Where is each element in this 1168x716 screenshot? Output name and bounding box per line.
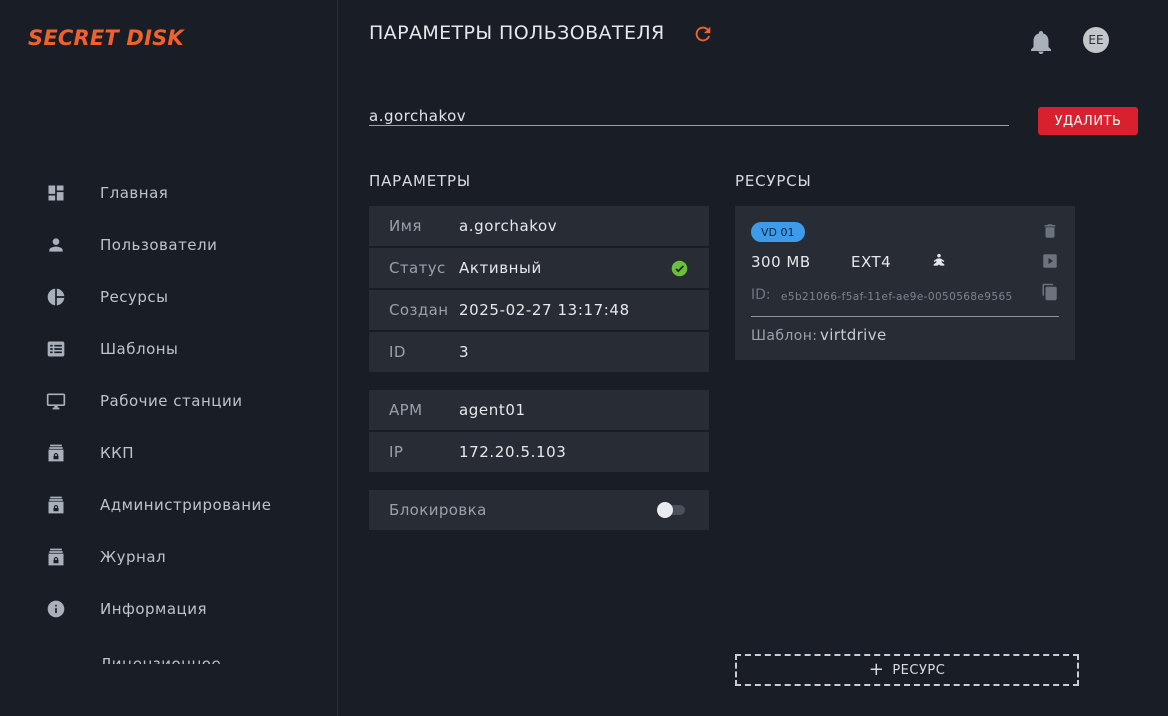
sidebar-item-journal[interactable]: Журнал <box>44 541 324 573</box>
divider <box>751 316 1059 317</box>
bell-icon[interactable] <box>1029 29 1053 55</box>
resource-badge: VD 01 <box>751 222 805 242</box>
play-icon[interactable] <box>1041 252 1059 270</box>
resources-heading: РЕСУРСЫ <box>735 172 812 190</box>
resource-filesystem: EXT4 <box>851 253 892 271</box>
param-row-created: Создан 2025-02-27 13:17:48 <box>369 290 709 330</box>
avatar[interactable]: EE <box>1083 27 1109 53</box>
param-value: 2025-02-27 13:17:48 <box>459 301 630 319</box>
resource-size: 300 MB <box>751 253 811 271</box>
pie-chart-icon <box>44 285 68 309</box>
sidebar-item-label: ККП <box>100 444 135 462</box>
param-row-id: ID 3 <box>369 332 709 372</box>
param-label: АРМ <box>389 401 423 419</box>
sidebar-item-label: Главная <box>100 184 169 202</box>
app-logo[interactable]: SECRET DISK <box>28 26 184 50</box>
param-label: ID <box>389 343 406 361</box>
param-label: Создан <box>389 301 449 319</box>
sidebar-item-label: Ресурсы <box>100 288 169 306</box>
param-label: Имя <box>389 217 422 235</box>
sidebar: SECRET DISK Главная Пользователи Ресурсы… <box>0 0 338 716</box>
sidebar-item-label: Журнал <box>100 548 167 566</box>
sidebar-item-resources[interactable]: Ресурсы <box>44 281 324 313</box>
params-heading: ПАРАМЕТРЫ <box>369 172 471 190</box>
page-title: ПАРАМЕТРЫ ПОЛЬЗОВАТЕЛЯ <box>369 22 665 44</box>
template-icon <box>44 337 68 361</box>
sidebar-item-users[interactable]: Пользователи <box>44 229 324 261</box>
param-row-arm: АРМ agent01 <box>369 390 709 430</box>
sidebar-item-administration[interactable]: Администрирование <box>44 489 324 521</box>
resource-card[interactable]: VD 01 300 MB EXT4 ID: e5b21066-f5af-11ef… <box>735 206 1075 360</box>
user-icon <box>44 233 68 257</box>
resource-id-value: e5b21066-f5af-11ef-ae9e-0050568e9565 <box>781 291 1013 303</box>
plus-icon: + <box>868 659 885 680</box>
sidebar-item-kkp[interactable]: ККП <box>44 437 324 469</box>
sidebar-item-label: Шаблоны <box>100 340 179 358</box>
add-resource-label: РЕСУРС <box>892 662 946 678</box>
sidebar-item-label: Рабочие станции <box>100 392 243 410</box>
resource-id-label: ID: <box>751 287 771 303</box>
locked-box-icon <box>44 545 68 569</box>
locked-box-icon <box>44 493 68 517</box>
sidebar-item-license[interactable]: Лицензионное <box>44 648 324 673</box>
sidebar-item-workstations[interactable]: Рабочие станции <box>44 385 324 417</box>
sidebar-item-information[interactable]: Информация <box>44 593 324 625</box>
param-value: agent01 <box>459 401 526 419</box>
resource-template-label: Шаблон: <box>751 328 818 344</box>
sidebar-item-label: Информация <box>100 600 208 618</box>
copy-icon[interactable] <box>1041 283 1059 301</box>
param-row-status: Статус Активный <box>369 248 709 288</box>
param-value: Активный <box>459 259 542 277</box>
param-value: 3 <box>459 343 470 361</box>
refresh-icon[interactable] <box>692 23 714 45</box>
sidebar-item-templates[interactable]: Шаблоны <box>44 333 324 365</box>
param-label: Блокировка <box>389 501 487 519</box>
sidebar-item-home[interactable]: Главная <box>44 177 324 209</box>
sidebar-item-label: Лицензионное <box>100 655 222 673</box>
monitor-icon <box>44 389 68 413</box>
user-meditate-icon <box>933 253 945 266</box>
param-label: Статус <box>389 259 446 277</box>
delete-button[interactable]: УДАЛИТЬ <box>1038 107 1138 135</box>
sidebar-item-label: Администрирование <box>100 496 272 514</box>
add-resource-button[interactable]: + РЕСУРС <box>735 654 1079 686</box>
block-toggle[interactable] <box>657 502 685 518</box>
check-circle-icon <box>671 260 688 276</box>
sidebar-item-label: Пользователи <box>100 236 218 254</box>
resource-template-value: virtdrive <box>820 326 887 344</box>
param-label: IP <box>389 443 404 461</box>
param-row-block: Блокировка <box>369 490 709 530</box>
param-value: a.gorchakov <box>459 217 558 235</box>
trash-icon[interactable] <box>1041 222 1059 240</box>
username-value[interactable]: a.gorchakov <box>369 107 466 125</box>
locked-box-icon <box>44 441 68 465</box>
toggle-knob <box>657 502 673 518</box>
param-row-ip: IP 172.20.5.103 <box>369 432 709 472</box>
param-row-name: Имя a.gorchakov <box>369 206 709 246</box>
dashboard-icon <box>44 181 68 205</box>
param-value: 172.20.5.103 <box>459 443 567 461</box>
info-icon <box>44 597 68 621</box>
